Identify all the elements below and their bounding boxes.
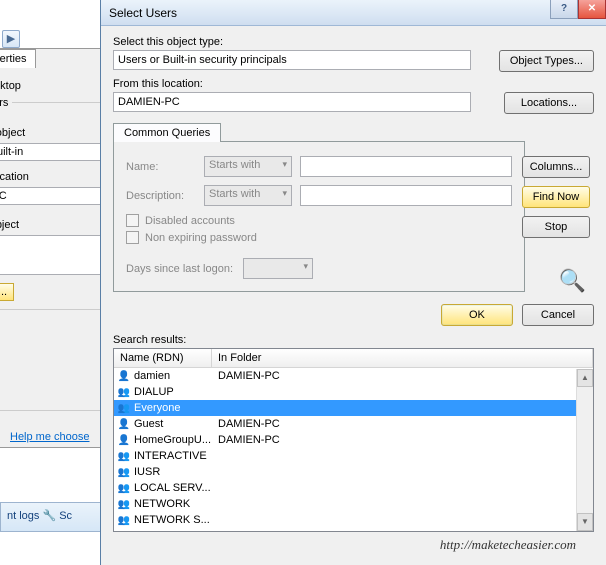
select-users-group: Select Users Select this object From thi… bbox=[0, 102, 115, 310]
desc-filter-label: Description: bbox=[126, 190, 196, 202]
group-icon bbox=[116, 465, 132, 479]
name-filter-input[interactable] bbox=[300, 156, 512, 177]
result-name: NETWORK S... bbox=[134, 514, 214, 526]
advanced-button[interactable]: Advanced... bbox=[0, 283, 14, 301]
results-header: Name (RDN) In Folder bbox=[114, 349, 593, 368]
bg-object-input[interactable] bbox=[0, 143, 108, 161]
cancel-button[interactable]: Cancel bbox=[522, 304, 594, 326]
user-icon bbox=[116, 433, 132, 447]
nonexpiring-label: Non expiring password bbox=[145, 232, 257, 244]
close-icon[interactable]: ✕ bbox=[578, 0, 606, 19]
results-label: Search results: bbox=[113, 334, 594, 346]
col-name-header[interactable]: Name (RDN) bbox=[114, 349, 212, 367]
group-icon bbox=[116, 401, 132, 415]
location-input[interactable] bbox=[113, 92, 471, 112]
days-since-combo[interactable] bbox=[243, 258, 313, 279]
result-row[interactable]: GuestDAMIEN-PC bbox=[114, 416, 593, 432]
search-icon: 🔍 bbox=[559, 268, 586, 294]
help-link[interactable]: Help me choose bbox=[10, 431, 90, 443]
nav-arrow[interactable]: ▶ bbox=[2, 30, 20, 48]
desc-filter-input[interactable] bbox=[300, 185, 512, 206]
result-row[interactable]: IUSR bbox=[114, 464, 593, 480]
system-properties-tab[interactable]: ystem Properties bbox=[0, 49, 36, 68]
result-name: damien bbox=[134, 370, 214, 382]
bg-location-input[interactable] bbox=[0, 187, 108, 205]
result-row[interactable]: DIALUP bbox=[114, 384, 593, 400]
desc-mode-combo[interactable]: Starts with bbox=[204, 185, 292, 206]
result-name: NETWORK bbox=[134, 498, 214, 510]
result-row[interactable]: INTERACTIVE bbox=[114, 448, 593, 464]
disabled-label: Disabled accounts bbox=[145, 215, 235, 227]
days-since-label: Days since last logon: bbox=[126, 263, 233, 275]
columns-button[interactable]: Columns... bbox=[522, 156, 590, 178]
object-types-button[interactable]: Object Types... bbox=[499, 50, 594, 72]
bg-location-label: From this location bbox=[0, 171, 108, 183]
result-name: Everyone bbox=[134, 402, 214, 414]
group-icon bbox=[116, 449, 132, 463]
result-name: IUSR bbox=[134, 466, 214, 478]
select-users-dialog: Select Users ? ✕ Select this object type… bbox=[100, 0, 606, 565]
nonexpiring-checkbox[interactable] bbox=[126, 231, 139, 244]
result-name: INTERACTIVE bbox=[134, 450, 214, 462]
ok-button[interactable]: OK bbox=[441, 304, 513, 326]
group-icon bbox=[116, 497, 132, 511]
location-label: From this location: bbox=[113, 78, 594, 90]
object-type-label: Select this object type: bbox=[113, 36, 594, 48]
results-list: Name (RDN) In Folder damienDAMIEN-PCDIAL… bbox=[113, 348, 594, 532]
result-name: HomeGroupU... bbox=[134, 434, 214, 446]
result-row[interactable]: HomeGroupU...DAMIEN-PC bbox=[114, 432, 593, 448]
titlebar: Select Users ? ✕ bbox=[101, 0, 606, 26]
result-name: Guest bbox=[134, 418, 214, 430]
result-row[interactable]: NETWORK S... bbox=[114, 512, 593, 528]
stop-button[interactable]: Stop bbox=[522, 216, 590, 238]
common-queries-group: Name: Starts with Description: Starts wi… bbox=[113, 141, 525, 292]
disabled-checkbox[interactable] bbox=[126, 214, 139, 227]
group-title: Select Users bbox=[0, 97, 12, 109]
result-name: LOCAL SERV... bbox=[134, 482, 214, 494]
object-type-input[interactable] bbox=[113, 50, 471, 70]
col-folder-header[interactable]: In Folder bbox=[212, 349, 593, 367]
user-icon bbox=[116, 369, 132, 383]
result-row[interactable]: damienDAMIEN-PC bbox=[114, 368, 593, 384]
result-row[interactable]: LOCAL SERV... bbox=[114, 480, 593, 496]
result-name: DIALUP bbox=[134, 386, 214, 398]
dialog-title: Select Users bbox=[109, 6, 177, 20]
user-icon bbox=[116, 417, 132, 431]
name-mode-combo[interactable]: Starts with bbox=[204, 156, 292, 177]
find-now-button[interactable]: Find Now bbox=[522, 186, 590, 208]
group-icon bbox=[116, 385, 132, 399]
watermark: http://maketecheasier.com bbox=[440, 537, 576, 553]
name-filter-label: Name: bbox=[126, 161, 196, 173]
result-row[interactable]: NETWORK bbox=[114, 496, 593, 512]
result-folder: DAMIEN-PC bbox=[214, 434, 280, 446]
bg-object-label: Select this object bbox=[0, 127, 108, 139]
result-folder: DAMIEN-PC bbox=[214, 370, 280, 382]
bg-enter-textarea[interactable] bbox=[0, 235, 108, 275]
group-icon bbox=[116, 513, 132, 527]
locations-button[interactable]: Locations... bbox=[504, 92, 594, 114]
bg-enter-label: Enter the object bbox=[0, 219, 108, 231]
group-icon bbox=[116, 481, 132, 495]
scrollbar[interactable] bbox=[576, 369, 593, 531]
common-queries-tab[interactable]: Common Queries bbox=[113, 123, 221, 142]
result-folder: DAMIEN-PC bbox=[214, 418, 280, 430]
help-icon[interactable]: ? bbox=[550, 0, 578, 19]
result-row[interactable]: Everyone bbox=[114, 400, 593, 416]
